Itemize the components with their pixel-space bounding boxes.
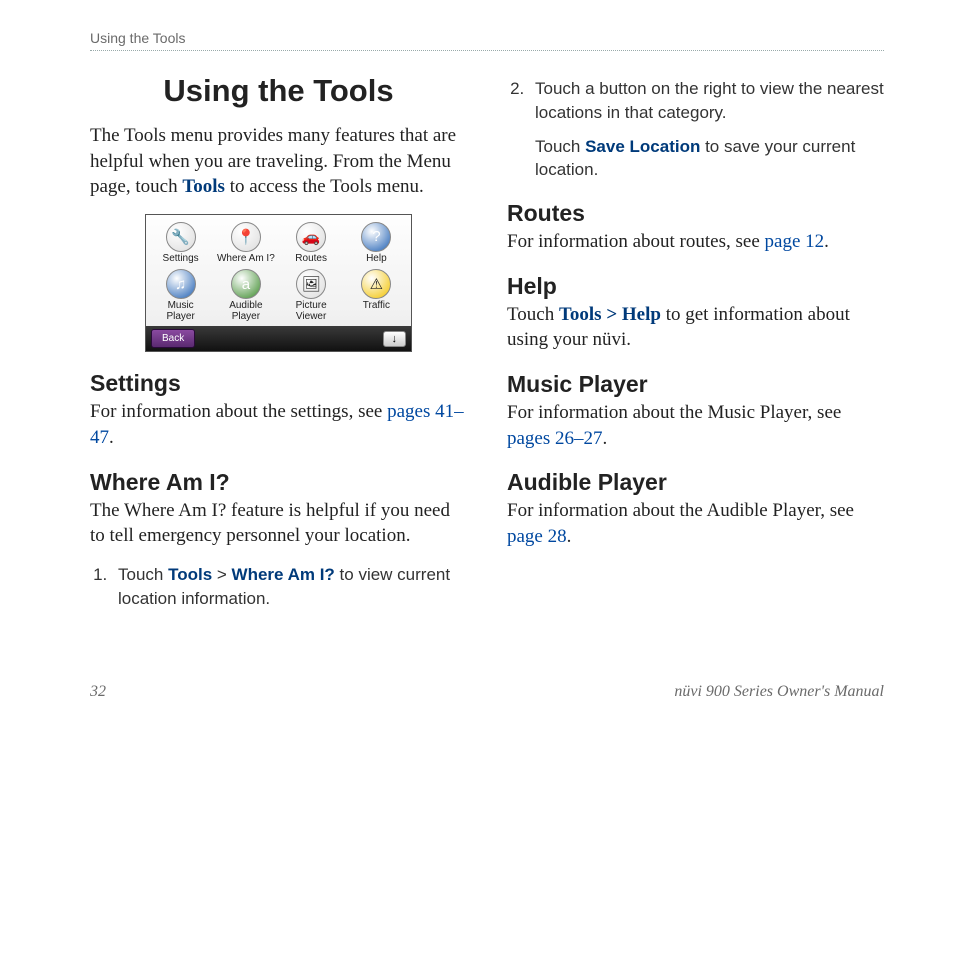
intro-tools-link[interactable]: Tools — [182, 176, 225, 197]
app-label: Routes — [279, 254, 344, 265]
help-pre: Touch — [507, 304, 559, 325]
music-body: For information about the Music Player, … — [507, 400, 884, 451]
routes-post: . — [824, 231, 829, 252]
settings-body: For information about the settings, see … — [90, 399, 467, 450]
step2-sub-pre: Touch — [535, 137, 585, 156]
app-picture-viewer[interactable]: 🖼Picture Viewer — [279, 266, 344, 324]
settings-post: . — [109, 427, 114, 448]
app-label: Music Player — [148, 301, 213, 322]
routes-page-link[interactable]: page 12 — [765, 231, 825, 252]
settings-icon: 🔧 — [166, 222, 196, 252]
page-footer: 32 nüvi 900 Series Owner's Manual — [90, 683, 884, 701]
audible-pre: For information about the Audible Player… — [507, 500, 854, 521]
music-pre: For information about the Music Player, … — [507, 402, 841, 423]
step2-main: Touch a button on the right to view the … — [535, 79, 884, 122]
whereami-body: The Where Am I? feature is helpful if yo… — [90, 498, 467, 549]
device-screenshot: 🔧 Settings 📍 Where Am I? 🚗 Routes? Help ♫Music … — [145, 214, 412, 353]
help-tools-link[interactable]: Tools > Help — [559, 304, 661, 325]
step-1: Touch Tools > Where Am I? to view curren… — [112, 563, 467, 611]
step1-whereami[interactable]: Where Am I? — [232, 565, 335, 584]
page-number: 32 — [90, 683, 106, 701]
help-body: Touch Tools > Help to get information ab… — [507, 302, 884, 353]
settings-pre: For information about the settings, see — [90, 401, 387, 422]
page-title: Using the Tools — [90, 73, 467, 109]
back-button[interactable]: Back — [151, 329, 195, 348]
settings-heading: Settings — [90, 370, 467, 397]
app-label: Picture Viewer — [279, 301, 344, 322]
traffic-icon: ⚠ — [361, 269, 391, 299]
intro-paragraph: The Tools menu provides many features th… — [90, 123, 467, 200]
left-column: Using the Tools The Tools menu provides … — [90, 69, 467, 623]
app-label: Where Am I? — [213, 254, 278, 265]
step1-tools[interactable]: Tools — [168, 565, 212, 584]
app-label: Traffic — [344, 301, 409, 312]
routes-body: For information about routes, see page 1… — [507, 229, 884, 255]
routes-icon: 🚗 — [296, 222, 326, 252]
audible-body: For information about the Audible Player… — [507, 498, 884, 549]
picture-viewer-icon: 🖼 — [296, 269, 326, 299]
app-where-am-i-[interactable]: 📍 Where Am I? — [213, 219, 278, 267]
whereami-steps: Touch Tools > Where Am I? to view curren… — [90, 563, 467, 611]
routes-pre: For information about routes, see — [507, 231, 765, 252]
music-heading: Music Player — [507, 371, 884, 398]
save-location-link[interactable]: Save Location — [585, 137, 700, 156]
routes-heading: Routes — [507, 200, 884, 227]
right-column: Touch a button on the right to view the … — [507, 69, 884, 623]
audible-player-icon: a — [231, 269, 261, 299]
step1-pre: Touch — [118, 565, 168, 584]
step-2: Touch a button on the right to view the … — [529, 77, 884, 182]
audible-heading: Audible Player — [507, 469, 884, 496]
running-header: Using the Tools — [90, 30, 884, 51]
help-heading: Help — [507, 273, 884, 300]
app-help[interactable]: ? Help — [344, 219, 409, 267]
intro-post: to access the Tools menu. — [225, 176, 424, 197]
app-settings[interactable]: 🔧 Settings — [148, 219, 213, 267]
app-label: Help — [344, 254, 409, 265]
steps-continued: Touch a button on the right to view the … — [507, 77, 884, 182]
music-post: . — [603, 428, 608, 449]
audible-page-link[interactable]: page 28 — [507, 526, 567, 547]
app-audible-player[interactable]: aAudible Player — [213, 266, 278, 324]
step1-mid: > — [212, 565, 231, 584]
app-label: Audible Player — [213, 301, 278, 322]
music-page-link[interactable]: pages 26–27 — [507, 428, 603, 449]
app-music-player[interactable]: ♫Music Player — [148, 266, 213, 324]
doc-title-footer: nüvi 900 Series Owner's Manual — [674, 683, 884, 701]
music-player-icon: ♫ — [166, 269, 196, 299]
app-label: Settings — [148, 254, 213, 265]
whereami-heading: Where Am I? — [90, 469, 467, 496]
audible-post: . — [567, 526, 572, 547]
app-routes[interactable]: 🚗 Routes — [279, 219, 344, 267]
app-traffic[interactable]: ⚠ Traffic — [344, 266, 409, 324]
where-am-i-icon: 📍 — [231, 222, 261, 252]
scroll-down-button[interactable]: ↓ — [383, 331, 407, 347]
help-icon: ? — [361, 222, 391, 252]
